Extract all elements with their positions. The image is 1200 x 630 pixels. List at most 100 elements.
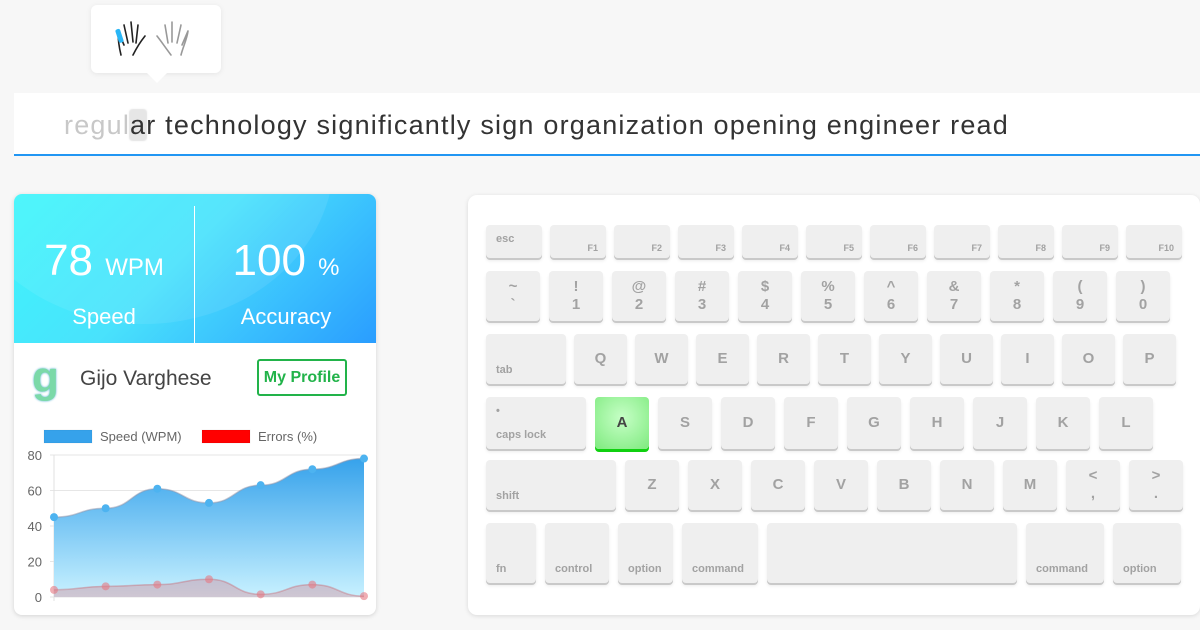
- data-point: [256, 590, 265, 599]
- key-label: !: [573, 278, 579, 295]
- key-label: 4: [760, 296, 770, 313]
- key-f5[interactable]: F5: [806, 225, 862, 258]
- key-6[interactable]: ^ 6: [864, 271, 918, 321]
- key-p[interactable]: P: [1123, 334, 1176, 384]
- key-shift[interactable]: shift: [486, 460, 616, 510]
- key-5[interactable]: % 5: [801, 271, 855, 321]
- key-j[interactable]: J: [973, 397, 1027, 449]
- accuracy-stat: 100 % Accuracy: [196, 194, 376, 343]
- key-4[interactable]: $4: [738, 271, 792, 321]
- key-1[interactable]: ! 1: [549, 271, 603, 321]
- data-point: [153, 484, 162, 493]
- key-8[interactable]: * 8: [990, 271, 1044, 321]
- key-label: control: [555, 563, 593, 575]
- typing-area[interactable]: regular technology significantly sign or…: [14, 93, 1200, 156]
- key-m[interactable]: M: [1003, 460, 1057, 510]
- key-s[interactable]: S: [658, 397, 712, 449]
- key-t[interactable]: T: [818, 334, 871, 384]
- key-,[interactable]: <,: [1066, 460, 1120, 510]
- key-tab[interactable]: tab: [486, 334, 566, 384]
- data-point: [50, 513, 58, 522]
- key-space[interactable]: [767, 523, 1017, 583]
- key-f1[interactable]: F1: [550, 225, 606, 258]
- key-h[interactable]: H: [910, 397, 964, 449]
- key-control[interactable]: control: [545, 523, 609, 583]
- key-q[interactable]: Q: [574, 334, 627, 384]
- key-f10[interactable]: F10: [1126, 225, 1182, 258]
- key-o[interactable]: O: [1062, 334, 1115, 384]
- key-option[interactable]: option: [1113, 523, 1181, 583]
- key-f3[interactable]: F3: [678, 225, 734, 258]
- key-label: T: [839, 350, 850, 367]
- key-e[interactable]: E: [696, 334, 749, 384]
- key-0[interactable]: ) 0: [1116, 271, 1170, 321]
- key-g[interactable]: G: [847, 397, 901, 449]
- key-w[interactable]: W: [635, 334, 688, 384]
- user-logo: g: [32, 353, 59, 402]
- y-tick-label: 20: [28, 555, 42, 570]
- key-3[interactable]: #3: [675, 271, 729, 321]
- key-c[interactable]: C: [751, 460, 805, 510]
- speed-label: Speed: [72, 304, 136, 329]
- key-label: command: [692, 563, 744, 575]
- key-f[interactable]: F: [784, 397, 838, 449]
- key-n[interactable]: N: [940, 460, 994, 510]
- key-d[interactable]: D: [721, 397, 775, 449]
- key-label: ~: [508, 278, 518, 295]
- key-f8[interactable]: F8: [998, 225, 1054, 258]
- data-point: [50, 585, 58, 594]
- key-b[interactable]: B: [877, 460, 931, 510]
- y-tick-label: 40: [28, 519, 42, 534]
- key-y[interactable]: Y: [879, 334, 932, 384]
- key-label: 6: [886, 296, 896, 313]
- key-.[interactable]: >.: [1129, 460, 1183, 510]
- key-command[interactable]: command: [1026, 523, 1104, 583]
- key-label: N: [961, 476, 973, 493]
- key-label: 9: [1075, 296, 1085, 313]
- key-k[interactable]: K: [1036, 397, 1090, 449]
- key-9[interactable]: (9: [1053, 271, 1107, 321]
- current-character: a: [130, 110, 147, 140]
- key-label: 0: [1138, 296, 1148, 313]
- key-`[interactable]: ~ `: [486, 271, 540, 321]
- key-label: M: [1023, 476, 1037, 493]
- key-label: Q: [594, 350, 607, 367]
- key-z[interactable]: Z: [625, 460, 679, 510]
- key-label: Y: [900, 350, 911, 367]
- key-i[interactable]: I: [1001, 334, 1054, 384]
- key-f7[interactable]: F7: [934, 225, 990, 258]
- key-f4[interactable]: F4: [742, 225, 798, 258]
- key-f6[interactable]: F6: [870, 225, 926, 258]
- legend-swatch: [201, 429, 251, 444]
- key-command[interactable]: command: [682, 523, 758, 583]
- speed-stat: 78 WPM Speed: [14, 194, 194, 343]
- key-v[interactable]: V: [814, 460, 868, 510]
- key-esc[interactable]: esc: [486, 225, 542, 258]
- key-2[interactable]: @2: [612, 271, 666, 321]
- key-l[interactable]: L: [1099, 397, 1153, 449]
- key-label: 8: [1012, 296, 1022, 313]
- key-u[interactable]: U: [940, 334, 993, 384]
- key-label: C: [772, 476, 784, 493]
- data-point: [360, 592, 368, 601]
- key-x[interactable]: X: [688, 460, 742, 510]
- key-label: 1: [571, 296, 581, 313]
- key-r[interactable]: R: [757, 334, 810, 384]
- key-fn[interactable]: fn: [486, 523, 536, 583]
- my-profile-button[interactable]: My Profile: [257, 359, 347, 396]
- key-7[interactable]: & 7: [927, 271, 981, 321]
- stats-card: 78 WPM Speed 100 % Accuracy g Gijo Vargh…: [14, 194, 376, 615]
- key-label: @: [631, 278, 647, 295]
- key-f9[interactable]: F9: [1062, 225, 1118, 258]
- data-point: [101, 582, 110, 591]
- key-label: `: [510, 296, 516, 313]
- stats-panel: 78 WPM Speed 100 % Accuracy: [14, 194, 376, 343]
- key-label: 3: [697, 296, 707, 313]
- key-option[interactable]: option: [618, 523, 673, 583]
- key-caps-lock[interactable]: • caps lock: [486, 397, 586, 449]
- key-label: F8: [1035, 243, 1046, 253]
- key-f2[interactable]: F2: [614, 225, 670, 258]
- key-a[interactable]: A: [595, 397, 649, 449]
- key-label: F3: [715, 243, 726, 253]
- key-label: F6: [907, 243, 918, 253]
